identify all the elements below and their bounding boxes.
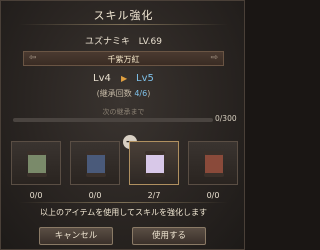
- cancel-button[interactable]: キャンセル: [39, 227, 113, 245]
- progress-bar: [13, 118, 213, 122]
- progress-label: 次の継承まで: [102, 108, 145, 116]
- item-slot[interactable]: [188, 141, 238, 185]
- current-level: Lv4: [93, 73, 111, 84]
- skill-enhance-dialog: スキル強化 ユズナミキ LV.69 ⇦ 千紫万紅 ⇨ Lv4 ▶ Lv5 (継承…: [0, 0, 245, 250]
- scroll-icon: [204, 151, 224, 177]
- progress-value: 0/300: [215, 114, 237, 123]
- inherit-label: (継承回数: [96, 89, 135, 98]
- scroll-icon: [27, 151, 47, 177]
- character-name: ユズナミキ: [85, 37, 131, 47]
- skill-selector: ⇦ 千紫万紅 ⇨: [23, 51, 224, 66]
- item-quantity: 2/7: [147, 191, 161, 200]
- item-slots: [11, 141, 239, 187]
- scroll-icon: [86, 151, 106, 177]
- description-text: 以上のアイテムを使用してスキルを強化します: [40, 208, 207, 217]
- description-divider: [19, 202, 228, 203]
- item-slot[interactable]: [129, 141, 179, 185]
- item-quantity: 0/0: [88, 191, 102, 200]
- title-divider: [19, 24, 228, 25]
- item-slot[interactable]: [70, 141, 120, 185]
- skill-name: 千紫万紅: [107, 55, 140, 64]
- character-level: LV.69: [138, 37, 162, 47]
- next-skill-icon[interactable]: ⇨: [210, 53, 218, 63]
- scroll-icon: [145, 151, 165, 177]
- item-quantity: 0/0: [206, 191, 220, 200]
- next-level: Lv5: [136, 73, 154, 84]
- inherit-count-value: 4/6: [134, 89, 148, 98]
- item-slot[interactable]: [11, 141, 61, 185]
- inherit-count: (継承回数 4/6): [1, 88, 246, 99]
- level-change: Lv4 ▶ Lv5: [1, 73, 246, 87]
- dialog-title: スキル強化: [93, 9, 154, 22]
- inherit-close: ): [147, 89, 151, 98]
- arrow-right-icon: ▶: [121, 74, 128, 83]
- character-info: ユズナミキ LV.69: [1, 34, 246, 47]
- item-quantity: 0/0: [29, 191, 43, 200]
- use-button[interactable]: 使用する: [132, 227, 206, 245]
